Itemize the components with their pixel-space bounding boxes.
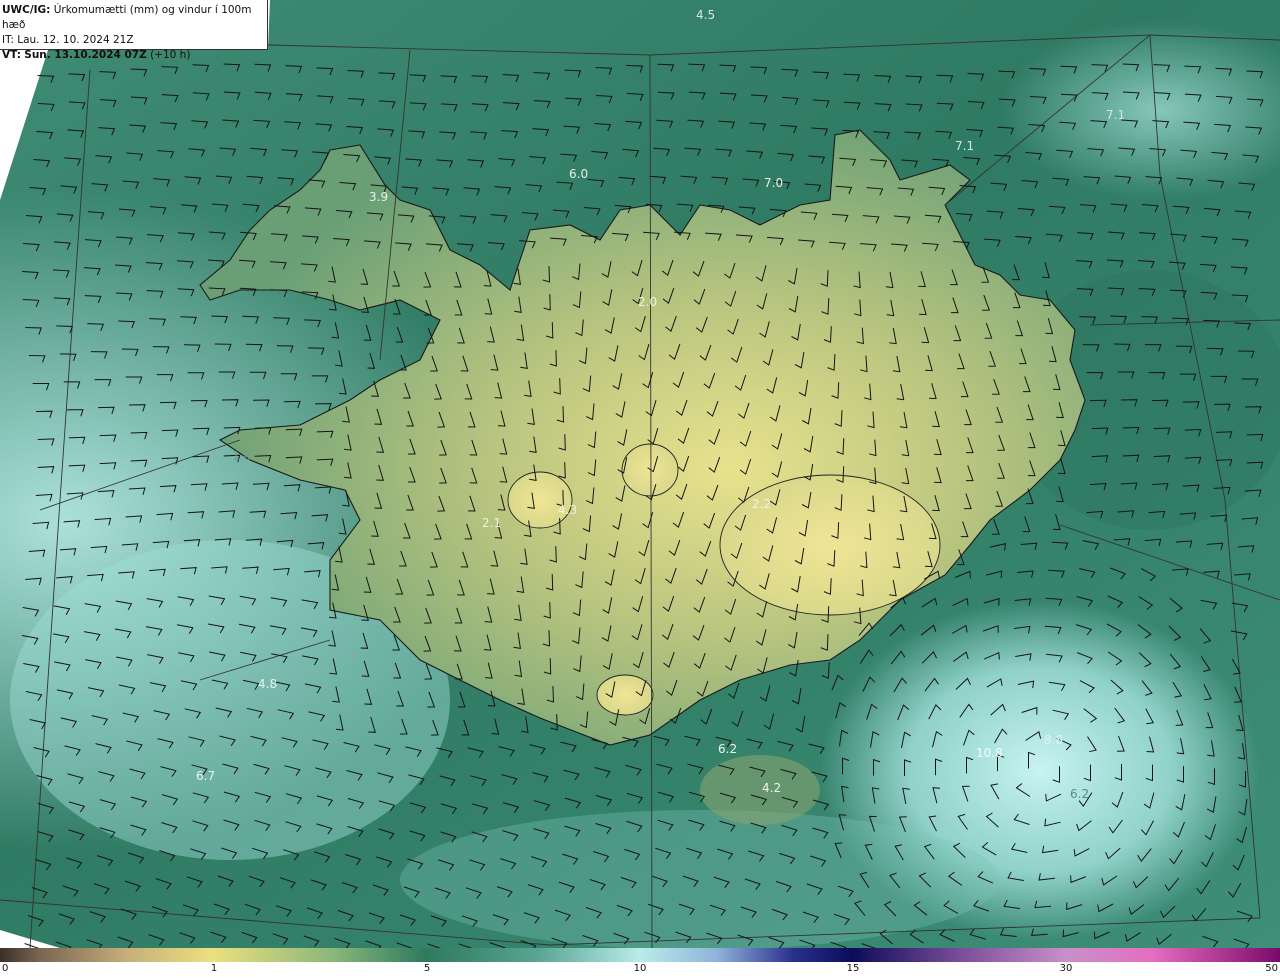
value-label: 6.0 [569, 167, 588, 181]
legend-tick: 0 [2, 963, 9, 974]
myrdalsjokull [596, 674, 654, 716]
value-label: 7.0 [764, 176, 783, 190]
value-label: 6.2 [718, 742, 737, 756]
map-info-panel: UWC/IG: Úrkomumætti (mm) og vindur í 100… [0, 0, 268, 61]
value-label: 6.2 [1070, 787, 1089, 801]
valid-label: VT: [2, 49, 21, 61]
value-label: 6.7 [196, 769, 215, 783]
legend-tick: 1 [210, 963, 218, 974]
legend-tick: 50 [1265, 963, 1278, 974]
lead-time: (+10 h) [150, 49, 191, 61]
value-label: 7.1 [955, 139, 974, 153]
value-label: 4.2 [762, 781, 781, 795]
weather-map: 4.5 7.1 7.1 6.0 7.0 3.9 2.0 4.3 2.1 2.2 … [0, 0, 1280, 948]
legend-colorbar [0, 948, 1280, 962]
value-label: 4.3 [558, 503, 577, 517]
hofsjokull [621, 443, 679, 497]
value-label: 3.9 [369, 190, 388, 204]
value-label: 2.1 [482, 516, 501, 530]
valid-time-line: VT: Sun. 13.10.2024 07Z (+10 h) [2, 48, 263, 63]
issue-time: IT: Lau. 12. 10. 2024 21Z [2, 34, 134, 46]
legend-tick: 30 [1059, 963, 1073, 974]
title-line: UWC/IG: Úrkomumætti (mm) og vindur í 100… [2, 3, 263, 33]
value-label: 10.8 [976, 746, 1003, 760]
value-label: 7.1 [1106, 108, 1125, 122]
value-label: 4.8 [258, 677, 277, 691]
legend-ticks: 0 1 5 10 15 30 50 [0, 962, 1280, 978]
value-label: 2.2 [752, 497, 771, 511]
legend-tick: 5 [423, 963, 431, 974]
value-label: 2.0 [638, 295, 657, 309]
value-label: 8.8 [1044, 733, 1063, 747]
legend-tick: 10 [633, 963, 647, 974]
value-label: 4.5 [696, 8, 715, 22]
valid-time: Sun. 13.10.2024 07Z [24, 49, 147, 61]
model-label: UWC/IG: [2, 4, 51, 16]
langjokull [507, 471, 573, 529]
legend-tick: 15 [846, 963, 860, 974]
value-label: 1.8 [232, 449, 251, 463]
